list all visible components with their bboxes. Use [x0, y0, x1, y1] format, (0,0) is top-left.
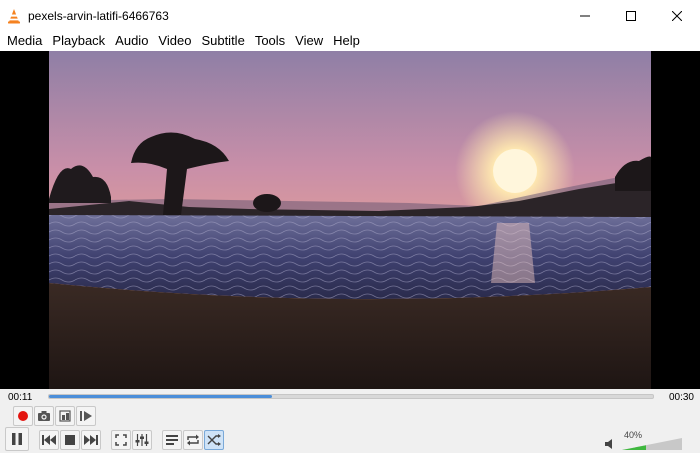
- volume-control: 40%: [602, 429, 694, 451]
- total-time: 00:30: [668, 392, 694, 403]
- snapshot-button[interactable]: [34, 406, 54, 426]
- next-button[interactable]: [81, 430, 101, 450]
- close-icon: [672, 10, 682, 21]
- speaker-icon: [605, 439, 612, 449]
- shuffle-icon: [207, 434, 221, 446]
- menu-playback[interactable]: Playback: [47, 31, 110, 51]
- snapshot-icon: [38, 411, 50, 421]
- fullscreen-button[interactable]: [111, 430, 131, 450]
- extended-settings-button[interactable]: [132, 430, 152, 450]
- loop-button[interactable]: [183, 430, 203, 450]
- previous-icon: [42, 435, 56, 445]
- record-button[interactable]: [13, 406, 33, 426]
- stop-button[interactable]: [60, 430, 80, 450]
- menu-view[interactable]: View: [290, 31, 328, 51]
- video-frame: [49, 51, 651, 389]
- shuffle-button[interactable]: [204, 430, 224, 450]
- loop-icon: [187, 434, 199, 446]
- video-display[interactable]: [0, 51, 700, 389]
- close-button[interactable]: [654, 0, 700, 31]
- title-bar: pexels-arvin-latifi-6466763: [0, 0, 700, 31]
- next-icon: [84, 435, 98, 445]
- loop-ab-icon: [59, 410, 71, 422]
- maximize-icon: [626, 10, 636, 21]
- volume-slider[interactable]: [622, 438, 682, 450]
- window-controls: [562, 0, 700, 31]
- window-title: pexels-arvin-latifi-6466763: [28, 8, 169, 23]
- menu-tools[interactable]: Tools: [250, 31, 290, 51]
- pause-button[interactable]: [5, 427, 29, 451]
- maximize-button[interactable]: [608, 0, 654, 31]
- previous-button[interactable]: [39, 430, 59, 450]
- menu-help[interactable]: Help: [328, 31, 365, 51]
- record-icon: [18, 411, 28, 421]
- menu-media[interactable]: Media: [2, 31, 47, 51]
- menu-video[interactable]: Video: [153, 31, 196, 51]
- playlist-icon: [166, 435, 178, 445]
- stop-icon: [65, 435, 75, 445]
- minimize-button[interactable]: [562, 0, 608, 31]
- playlist-button[interactable]: [162, 430, 182, 450]
- menu-subtitle[interactable]: Subtitle: [196, 31, 249, 51]
- seek-slider[interactable]: [48, 394, 654, 399]
- frame-step-button[interactable]: [76, 406, 96, 426]
- minimize-icon: [580, 15, 590, 16]
- elapsed-time: 00:11: [8, 392, 33, 403]
- volume-level: [622, 445, 646, 450]
- seek-progress: [49, 395, 273, 398]
- playback-controls: 00:11 00:30 40%: [0, 389, 700, 453]
- pause-icon: [12, 433, 22, 445]
- menu-bar: Media Playback Audio Video Subtitle Tool…: [0, 31, 700, 51]
- loop-ab-button[interactable]: [55, 406, 75, 426]
- fullscreen-icon: [115, 434, 127, 446]
- vlc-cone-icon: [0, 0, 28, 31]
- menu-audio[interactable]: Audio: [110, 31, 153, 51]
- sunset-lake-scene: [49, 51, 651, 389]
- extended-settings-icon: [135, 434, 149, 446]
- frame-step-icon: [80, 411, 92, 421]
